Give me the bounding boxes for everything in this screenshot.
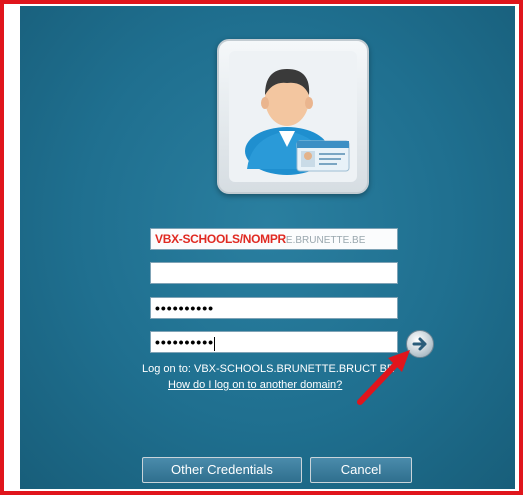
username-obscured-tail: E.BRUNETTE.BE [285, 235, 366, 246]
username-value: VBX-SCHOOLS/NOMPR [155, 232, 286, 246]
password-value: •••••••••• [155, 300, 215, 316]
user-picture [229, 51, 357, 182]
other-credentials-button[interactable]: Other Credentials [142, 457, 302, 483]
username-field[interactable]: VBX-SCHOOLS/NOMPRE.BRUNETTE.BE [150, 228, 398, 250]
red-arrow-icon [357, 350, 410, 405]
cancel-button[interactable]: Cancel [310, 457, 412, 483]
password-field[interactable]: •••••••••• [150, 297, 398, 319]
user-with-id-card-icon [245, 69, 350, 175]
other-domain-link[interactable]: How do I log on to another domain? [168, 379, 342, 391]
text-caret [214, 336, 216, 351]
confirm-password-value: •••••••••• [155, 334, 215, 350]
second-field[interactable] [150, 262, 398, 284]
user-tile [217, 39, 369, 194]
